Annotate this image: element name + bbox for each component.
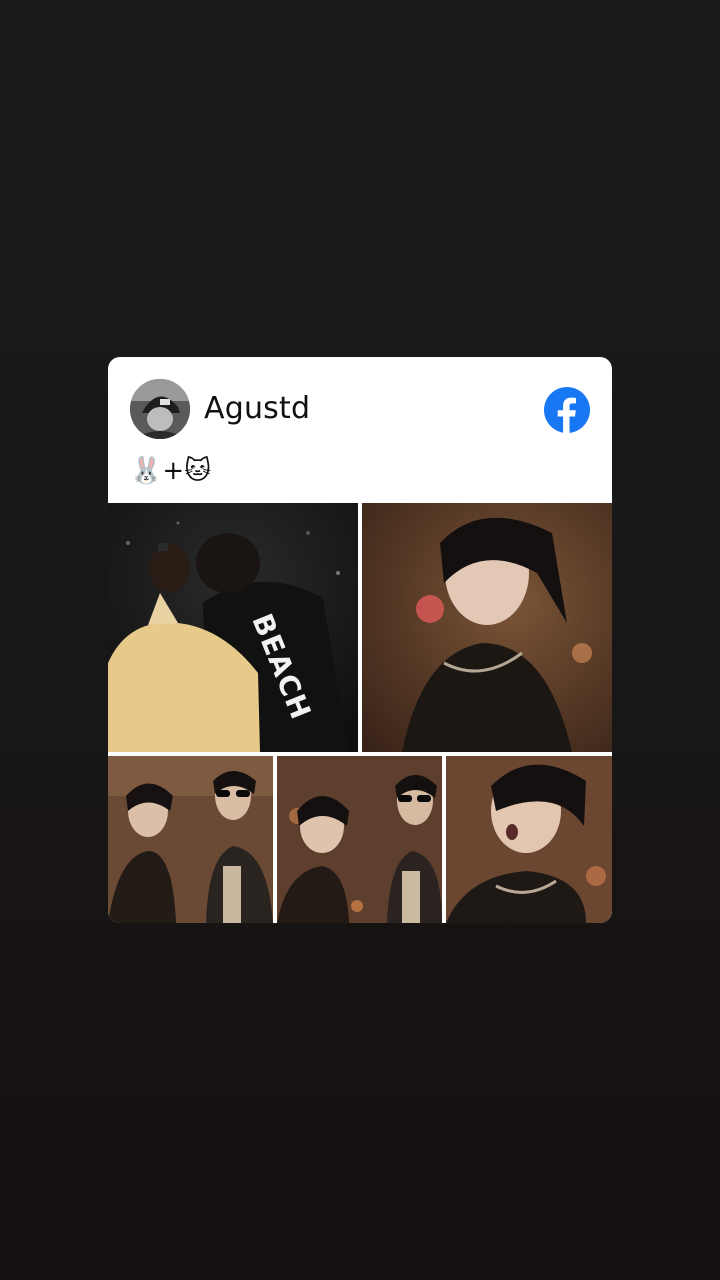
post-card[interactable]: Agustd 🐰+🐱 BEACH [108,357,612,923]
post-caption: 🐰+🐱 [130,456,212,486]
photo-1[interactable]: BEACH [108,503,358,752]
photo-4[interactable] [277,756,442,923]
photo-2[interactable] [362,503,612,752]
author-name[interactable]: Agustd [204,391,310,426]
photo-3[interactable] [108,756,273,923]
avatar[interactable] [130,379,190,439]
facebook-icon[interactable] [544,387,590,433]
photo-5[interactable] [446,756,612,923]
